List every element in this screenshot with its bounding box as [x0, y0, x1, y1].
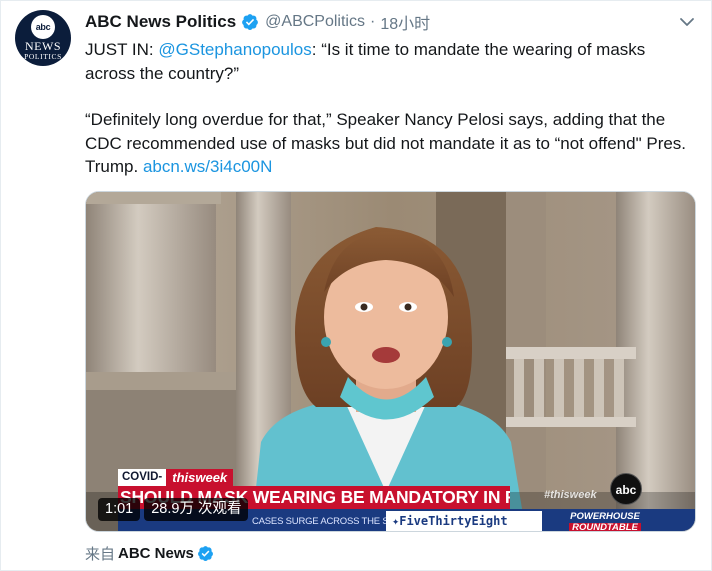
abc-network-logo: abc	[610, 473, 642, 505]
video-duration: 1:01	[98, 498, 141, 521]
chyron-tag: COVID- thisweek	[118, 469, 234, 486]
thisweek-watermark: #thisweek	[544, 489, 597, 501]
verified-badge-icon	[197, 545, 213, 561]
tweet-header: ABC News Politics @ABCPolitics · 18小时	[85, 10, 430, 34]
abc-logo-icon: abc	[31, 15, 55, 39]
fivethirtyeight-logo: ✦FiveThirtyEight	[386, 511, 542, 531]
url-link[interactable]: abcn.ws/3i4c00N	[143, 157, 272, 176]
chyron-covid-label: COVID-	[118, 469, 167, 486]
fivethirtyeight-label: FiveThirtyEight	[399, 514, 508, 528]
tweet-paragraph-2: “Definitely long overdue for that,” Spea…	[85, 108, 697, 179]
video-player[interactable]: COVID- thisweek SHOULD MASK WEARING BE M…	[85, 191, 696, 532]
powerhouse-roundtable-logo: POWERHOUSE ROUNDTABLE	[546, 509, 664, 531]
tweet-source: 来自 ABC News	[85, 543, 214, 563]
chevron-down-icon[interactable]	[677, 12, 697, 32]
verified-badge-icon	[242, 14, 259, 30]
tweet-timestamp[interactable]: 18小时	[380, 10, 430, 34]
powerhouse-label: POWERHOUSE	[570, 511, 640, 522]
tweet-card[interactable]: abc NEWS POLITICS ABC News Politics @ABC…	[0, 0, 712, 571]
avatar[interactable]: abc NEWS POLITICS	[15, 10, 71, 66]
mention-link[interactable]: @GStephanopoulos	[158, 40, 311, 59]
source-app-link[interactable]: ABC News	[118, 545, 194, 562]
display-name[interactable]: ABC News Politics	[85, 12, 236, 32]
separator-dot: ·	[369, 13, 376, 30]
avatar-politics-text: POLITICS	[24, 52, 62, 61]
tweet-prefix: JUST IN:	[85, 40, 159, 59]
chyron-thisweek-label: thisweek	[166, 469, 234, 486]
video-view-count: 28.9万 次观看	[144, 498, 249, 521]
user-handle[interactable]: @ABCPolitics	[265, 13, 365, 31]
roundtable-label: ROUNDTABLE	[569, 523, 641, 531]
video-meta: 1:01 28.9万 次观看	[98, 498, 249, 523]
tweet-text: JUST IN: @GStephanopoulos: “Is it time t…	[85, 38, 697, 179]
tweet-paragraph-1: JUST IN: @GStephanopoulos: “Is it time t…	[85, 38, 697, 85]
source-prefix: 来自	[85, 545, 116, 563]
